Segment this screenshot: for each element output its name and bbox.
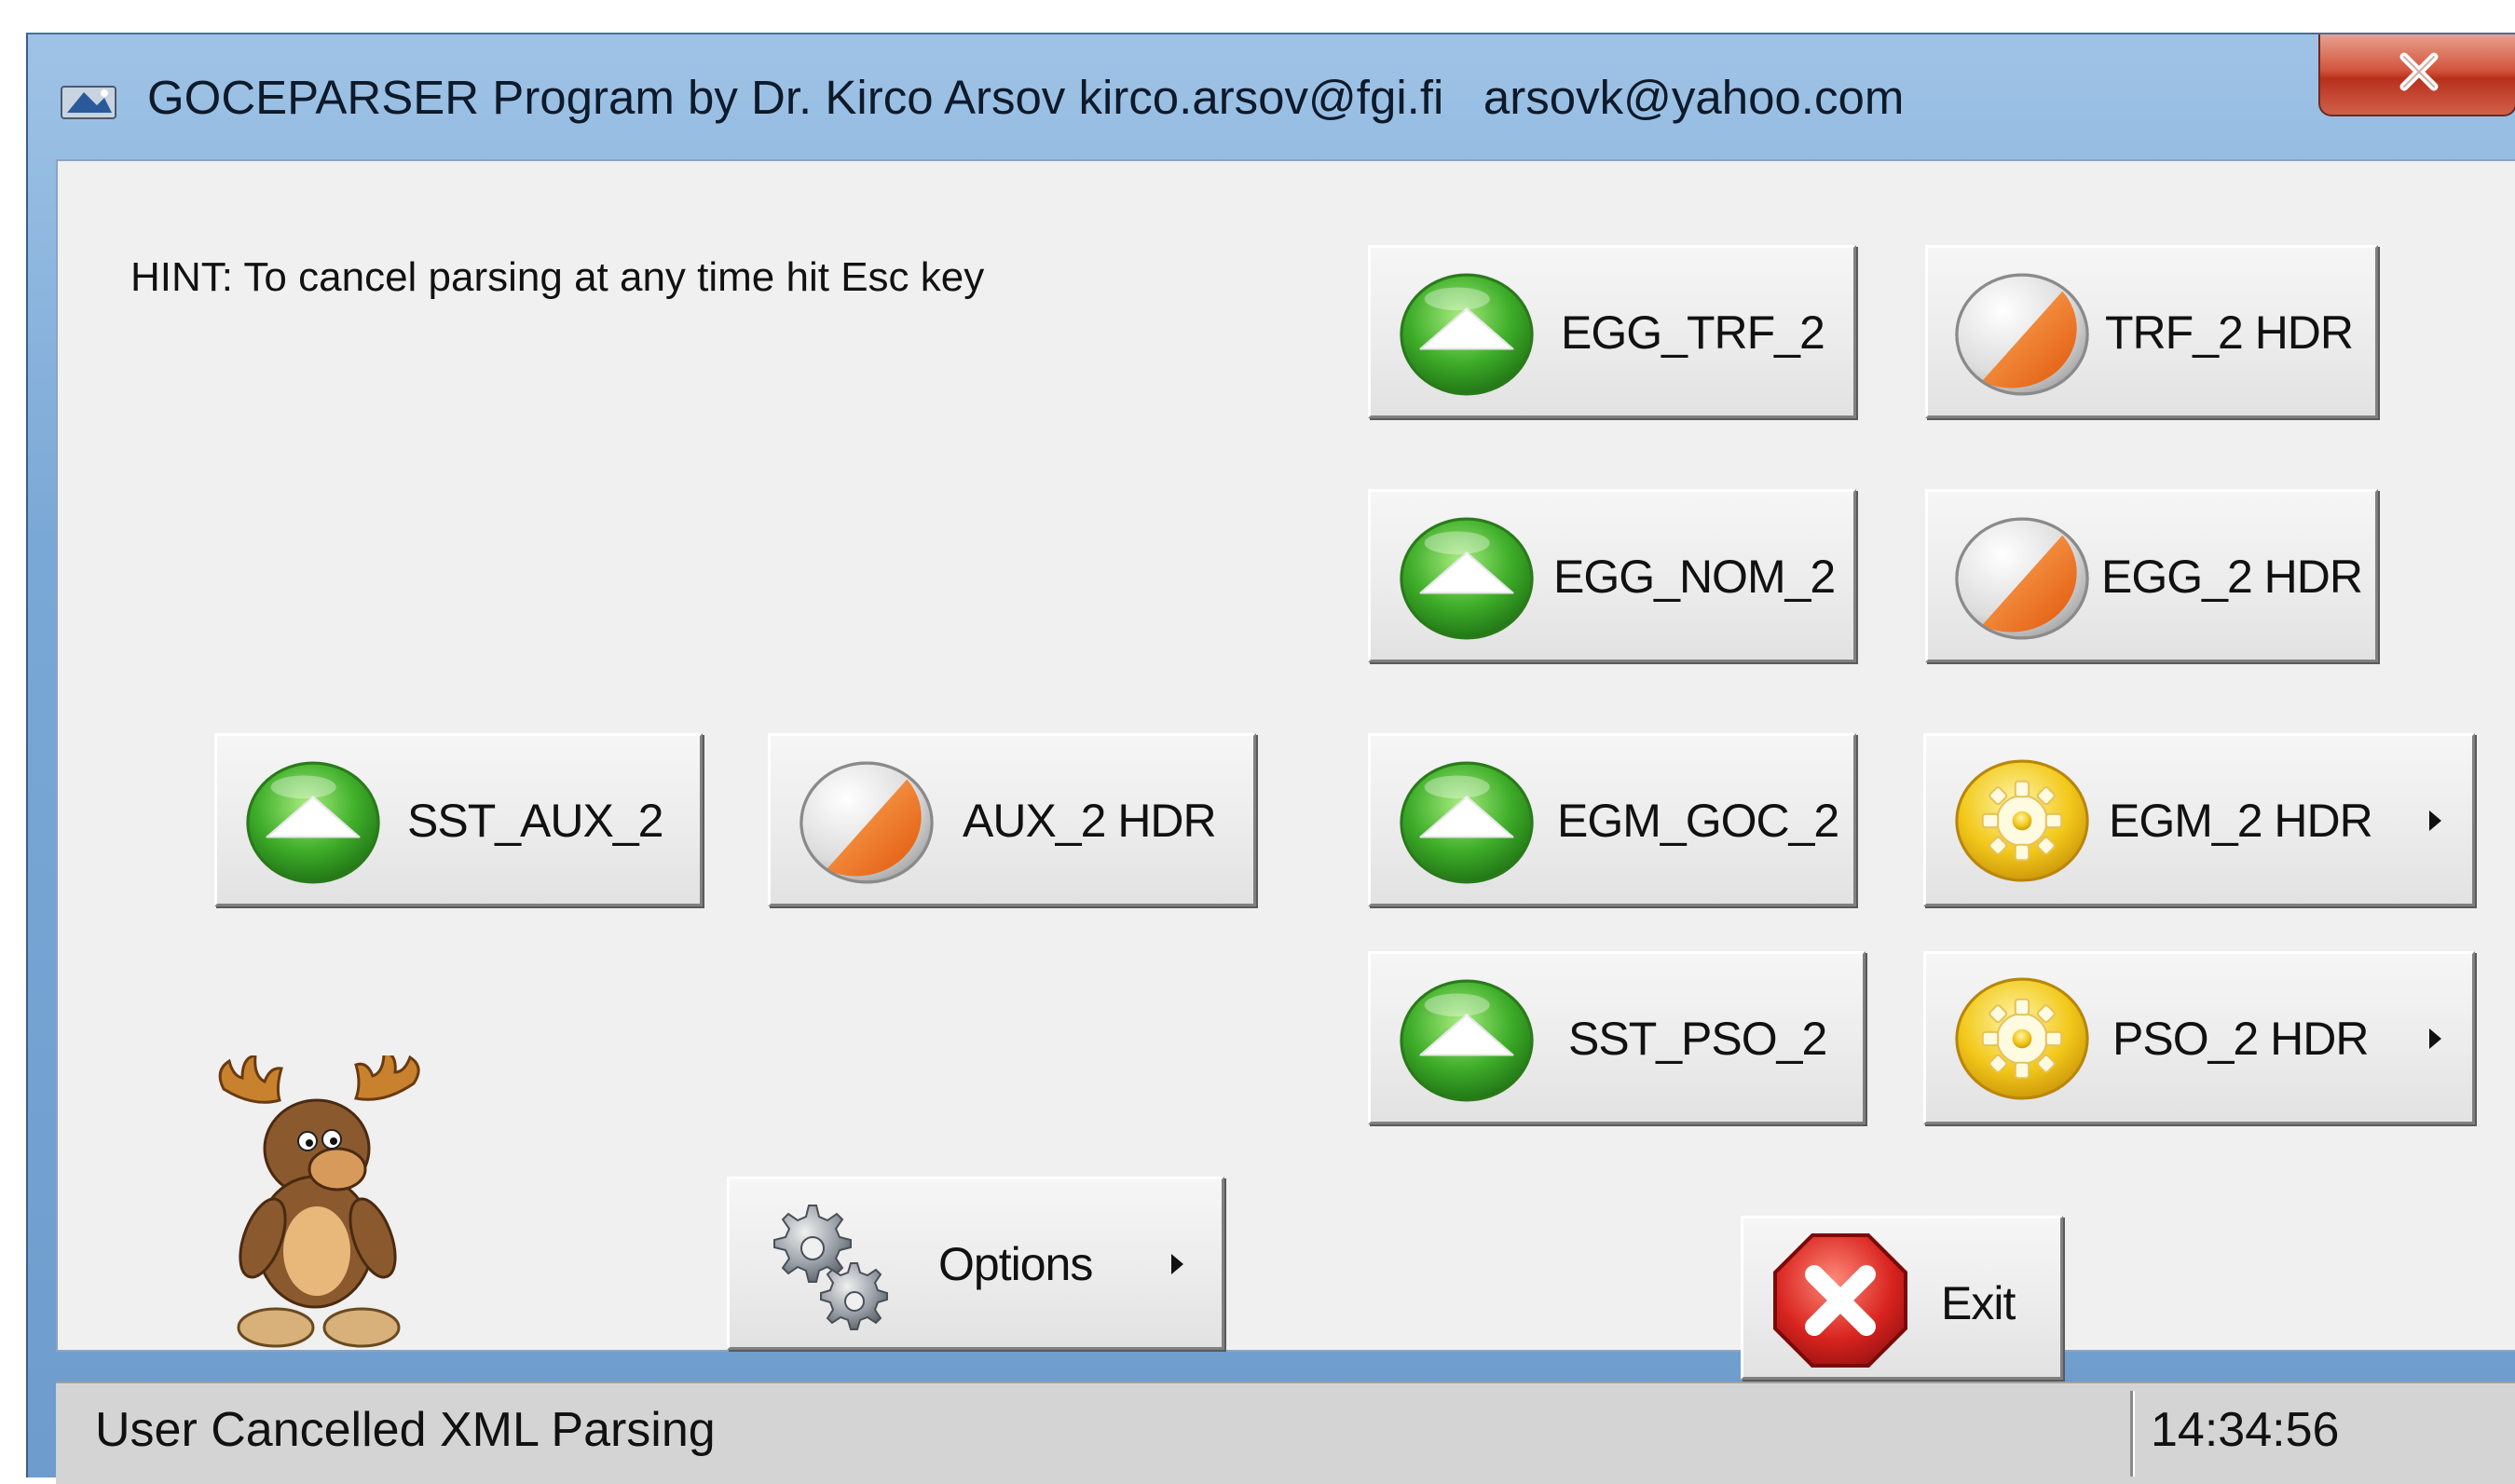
- exit-label: Exit: [1941, 1277, 2016, 1329]
- exit-button[interactable]: Exit: [1741, 1216, 2063, 1380]
- app-window: GOCEPARSER Program by Dr. Kirco Arsov ki…: [26, 33, 2515, 1484]
- pso-2-hdr-label: PSO_2 HDR: [2112, 1013, 2369, 1065]
- moose-mascot-image: [218, 1055, 420, 1348]
- window-title: GOCEPARSER Program by Dr. Kirco Arsov ki…: [147, 71, 1905, 124]
- green-up-orb-icon: [243, 760, 383, 885]
- pso-2-hdr-button[interactable]: PSO_2 HDR: [1923, 951, 2475, 1124]
- options-button[interactable]: Options: [727, 1177, 1224, 1350]
- egg-nom-2-label: EGG_NOM_2: [1553, 551, 1836, 603]
- aux-2-hdr-button[interactable]: AUX_2 HDR: [768, 733, 1256, 906]
- yellow-gear-orb-icon: [1952, 758, 2092, 883]
- status-message: User Cancelled XML Parsing: [95, 1403, 716, 1457]
- egm-goc-2-button[interactable]: EGM_GOC_2: [1368, 733, 1856, 906]
- green-up-orb-icon: [1397, 516, 1537, 641]
- close-icon: [2399, 52, 2439, 91]
- egg-2-hdr-label: EGG_2 HDR: [2101, 551, 2363, 603]
- egg-trf-2-label: EGG_TRF_2: [1561, 306, 1825, 359]
- gears-icon: [773, 1205, 888, 1330]
- egm-2-hdr-button[interactable]: EGM_2 HDR: [1923, 733, 2475, 906]
- trf-2-hdr-label: TRF_2 HDR: [2105, 306, 2354, 359]
- app-icon: [61, 86, 116, 119]
- status-bar: User Cancelled XML Parsing 14:34:56: [56, 1382, 2515, 1484]
- sst-aux-2-label: SST_AUX_2: [407, 795, 663, 847]
- aux-2-hdr-label: AUX_2 HDR: [963, 795, 1217, 847]
- trf-2-hdr-button[interactable]: TRF_2 HDR: [1925, 245, 2378, 418]
- close-button[interactable]: [2318, 34, 2515, 116]
- client-area: HINT: To cancel parsing at any time hit …: [56, 159, 2515, 1380]
- submenu-arrow-icon: [2429, 810, 2441, 831]
- green-up-orb-icon: [1397, 760, 1537, 885]
- sst-pso-2-button[interactable]: SST_PSO_2: [1368, 951, 1866, 1124]
- egg-trf-2-button[interactable]: EGG_TRF_2: [1368, 245, 1856, 418]
- egg-2-hdr-button[interactable]: EGG_2 HDR: [1925, 489, 2378, 662]
- egm-2-hdr-label: EGM_2 HDR: [2109, 795, 2373, 847]
- status-divider: [2130, 1391, 2133, 1477]
- status-time: 14:34:56: [2151, 1403, 2340, 1457]
- egg-nom-2-button[interactable]: EGG_NOM_2: [1368, 489, 1856, 662]
- title-bar[interactable]: GOCEPARSER Program by Dr. Kirco Arsov ki…: [28, 34, 2515, 156]
- green-up-orb-icon: [1397, 978, 1537, 1103]
- orange-half-orb-icon: [797, 760, 936, 885]
- red-stop-x-icon: [1773, 1233, 1907, 1368]
- egm-goc-2-label: EGM_GOC_2: [1557, 795, 1839, 847]
- submenu-arrow-icon: [2429, 1028, 2441, 1049]
- orange-half-orb-icon: [1952, 516, 2092, 641]
- green-up-orb-icon: [1397, 272, 1537, 397]
- hint-text: HINT: To cancel parsing at any time hit …: [130, 254, 985, 300]
- options-label: Options: [938, 1238, 1093, 1290]
- orange-half-orb-icon: [1952, 272, 2092, 397]
- yellow-gear-orb-icon: [1952, 976, 2092, 1101]
- sst-pso-2-label: SST_PSO_2: [1568, 1013, 1827, 1065]
- sst-aux-2-button[interactable]: SST_AUX_2: [214, 733, 703, 906]
- submenu-arrow-icon: [1171, 1254, 1183, 1274]
